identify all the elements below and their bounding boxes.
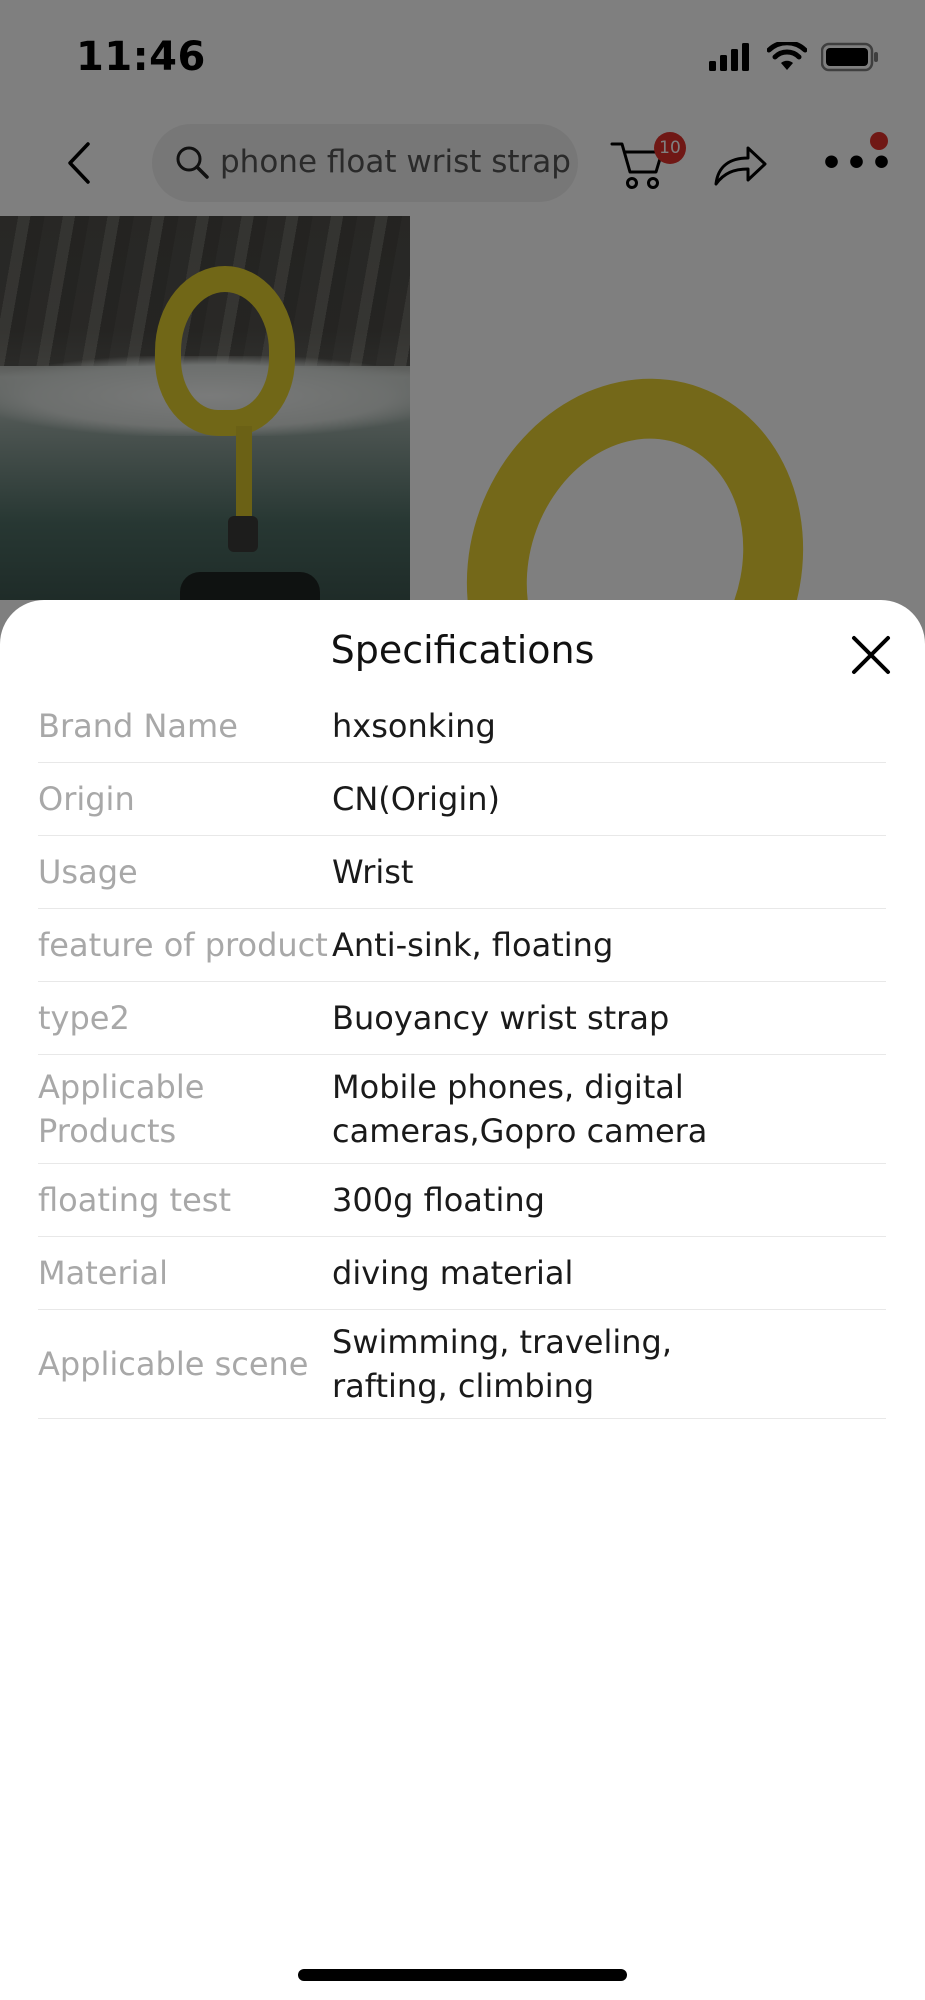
spec-value: 300g floating <box>332 1181 545 1219</box>
specs-table: Brand Name hxsonking Origin CN(Origin) U… <box>38 690 886 1419</box>
spec-row: feature of product Anti-sink, floating <box>38 909 886 982</box>
spec-row: Applicable Products Mobile phones, digit… <box>38 1055 886 1164</box>
home-indicator[interactable] <box>298 1969 627 1981</box>
sheet-title: Specifications <box>330 628 595 672</box>
spec-row: Applicable scene Swimming, traveling, ra… <box>38 1310 886 1419</box>
spec-value: hxsonking <box>332 707 496 745</box>
spec-label: Applicable Products <box>38 1068 205 1150</box>
spec-label: Material <box>38 1254 168 1292</box>
spec-value: Wrist <box>332 853 414 891</box>
spec-label: Applicable scene <box>38 1345 309 1383</box>
spec-row: type2 Buoyancy wrist strap <box>38 982 886 1055</box>
specifications-sheet: Specifications Brand Name hxsonking Orig… <box>0 600 925 2000</box>
spec-value: Anti-sink, floating <box>332 926 614 964</box>
spec-label: Brand Name <box>38 707 238 745</box>
spec-label: feature of product <box>38 926 328 964</box>
spec-label: floating test <box>38 1181 231 1219</box>
spec-label: Origin <box>38 780 135 818</box>
spec-row: Brand Name hxsonking <box>38 690 886 763</box>
spec-row: floating test 300g floating <box>38 1164 886 1237</box>
spec-label: type2 <box>38 999 130 1037</box>
spec-label: Usage <box>38 853 138 891</box>
spec-row: Usage Wrist <box>38 836 886 909</box>
spec-value: CN(Origin) <box>332 780 500 818</box>
spec-value: diving material <box>332 1254 574 1292</box>
close-icon[interactable] <box>848 632 894 678</box>
spec-value: Mobile phones, digital cameras,Gopro cam… <box>332 1068 708 1150</box>
spec-value: Buoyancy wrist strap <box>332 999 670 1037</box>
spec-row: Material diving material <box>38 1237 886 1310</box>
spec-row: Origin CN(Origin) <box>38 763 886 836</box>
spec-value: Swimming, traveling, rafting, climbing <box>332 1323 673 1405</box>
